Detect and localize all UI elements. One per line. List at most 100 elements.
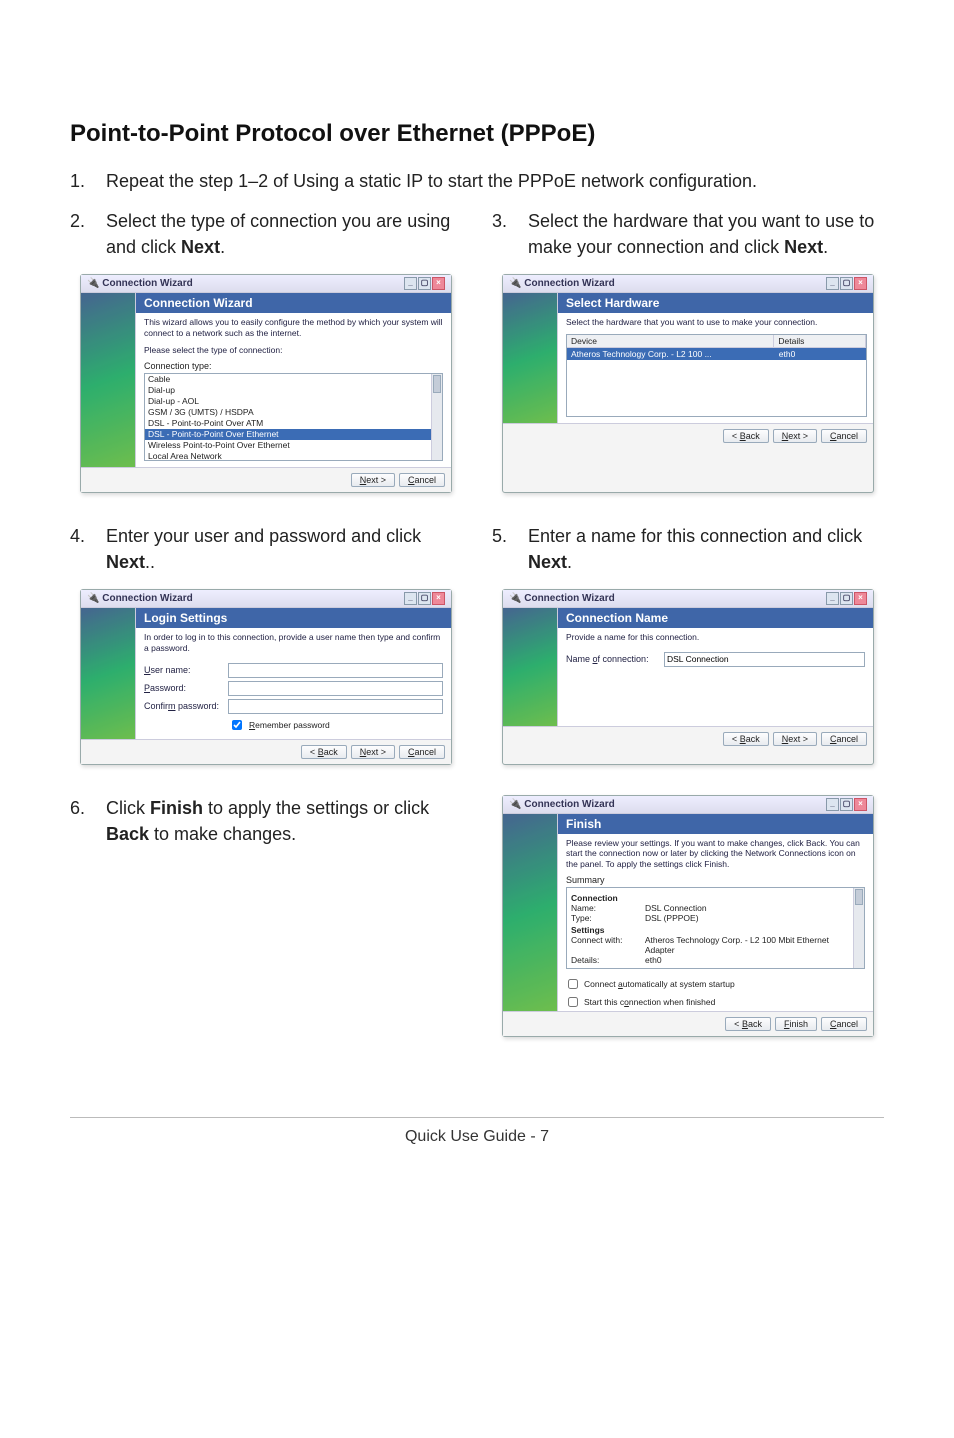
remember-password-label: Remember password [249,720,330,730]
maximize-icon[interactable]: ▢ [840,277,853,290]
summary-label: Summary [566,875,865,885]
username-input[interactable] [228,663,443,678]
wizard-login-settings: 🔌 Connection Wizard _▢× Login Settings I… [80,589,452,764]
window-title: 🔌 Connection Wizard [509,799,615,810]
scrollbar[interactable] [853,888,864,968]
summary-box: Connection Name:DSL Connection Type:DSL … [566,887,865,969]
password-input[interactable] [228,681,443,696]
wizard-connection-type: 🔌 Connection Wizard _▢× Connection Wizar… [80,274,452,493]
list-item[interactable]: Local Area Network [145,451,442,461]
wizard-description: In order to log in to this connection, p… [136,628,451,655]
password-label: Password: [144,683,222,693]
minimize-icon[interactable]: _ [826,592,839,605]
confirm-password-input[interactable] [228,699,443,714]
list-item[interactable]: GSM / 3G (UMTS) / HSDPA [145,407,442,418]
wizard-banner: Select Hardware [558,293,873,313]
start-now-checkbox[interactable] [568,997,578,1007]
cancel-button[interactable]: Cancel [399,473,445,487]
maximize-icon[interactable]: ▢ [840,592,853,605]
step-number: 6. [70,795,88,847]
minimize-icon[interactable]: _ [404,277,417,290]
maximize-icon[interactable]: ▢ [418,277,431,290]
page-title: Point-to-Point Protocol over Ethernet (P… [70,120,884,148]
back-button[interactable]: < Back [723,732,769,746]
wizard-banner: Connection Wizard [136,293,451,313]
wizard-banner: Connection Name [558,608,873,628]
page-footer: Quick Use Guide - 7 [70,1128,884,1176]
hardware-table[interactable]: Device Details Atheros Technology Corp. … [566,334,867,417]
wizard-description: This wizard allows you to easily configu… [136,313,451,340]
cancel-button[interactable]: Cancel [821,732,867,746]
auto-connect-checkbox[interactable] [568,979,578,989]
close-icon[interactable]: × [854,798,867,811]
wizard-instruction: Please select the type of connection: [136,341,451,358]
step6-text: Click Finish to apply the settings or cl… [106,795,462,847]
close-icon[interactable]: × [854,277,867,290]
minimize-icon[interactable]: _ [826,277,839,290]
window-title: 🔌 Connection Wizard [509,278,615,289]
list-item[interactable]: DSL - Point-to-Point Over ATM [145,418,442,429]
wizard-description: Select the hardware that you want to use… [558,313,873,330]
remember-password-checkbox[interactable] [232,720,242,730]
wizard-description: Please review your settings. If you want… [558,834,873,872]
window-title: 🔌 Connection Wizard [87,278,193,289]
next-button[interactable]: Next > [773,429,817,443]
connection-name-input[interactable] [664,652,865,667]
step-number: 1. [70,168,88,194]
step5-text: Enter a name for this connection and cli… [528,523,884,575]
step2-text: Select the type of connection you are us… [106,208,462,260]
start-now-label: Start this connection when finished [584,997,715,1007]
cancel-button[interactable]: Cancel [399,745,445,759]
next-button[interactable]: Next > [773,732,817,746]
wizard-banner: Login Settings [136,608,451,628]
step-number: 3. [492,208,510,260]
wizard-sidebar-image [81,293,136,467]
maximize-icon[interactable]: ▢ [418,592,431,605]
list-item[interactable]: Cable [145,374,442,385]
back-button[interactable]: < Back [723,429,769,443]
step4-text: Enter your user and password and click N… [106,523,462,575]
confirm-password-label: Confirm password: [144,701,222,711]
list-item[interactable]: Dial-up [145,385,442,396]
field-label: Connection type: [144,361,443,371]
table-row-selected[interactable]: Atheros Technology Corp. - L2 100 ... et… [567,348,866,360]
minimize-icon[interactable]: _ [404,592,417,605]
maximize-icon[interactable]: ▢ [840,798,853,811]
connection-name-label: Name of connection: [566,654,658,664]
column-header: Details [774,335,866,347]
next-button[interactable]: Next > [351,473,395,487]
close-icon[interactable]: × [432,592,445,605]
back-button[interactable]: < Back [301,745,347,759]
list-item-selected[interactable]: DSL - Point-to-Point Over Ethernet [145,429,442,440]
back-button[interactable]: < Back [725,1017,771,1031]
window-title: 🔌 Connection Wizard [87,593,193,604]
step-number: 4. [70,523,88,575]
wizard-select-hardware: 🔌 Connection Wizard _▢× Select Hardware … [502,274,874,493]
wizard-banner: Finish [558,814,873,834]
finish-button[interactable]: Finish [775,1017,817,1031]
close-icon[interactable]: × [854,592,867,605]
window-title: 🔌 Connection Wizard [509,593,615,604]
step-number: 5. [492,523,510,575]
scrollbar[interactable] [431,374,442,460]
wizard-sidebar-image [503,608,558,726]
step1-text: Repeat the step 1–2 of Using a static IP… [106,168,757,194]
wizard-connection-name: 🔌 Connection Wizard _▢× Connection Name … [502,589,874,764]
minimize-icon[interactable]: _ [826,798,839,811]
connection-type-listbox[interactable]: Cable Dial-up Dial-up - AOL GSM / 3G (UM… [144,373,443,461]
cancel-button[interactable]: Cancel [821,429,867,443]
step3-text: Select the hardware that you want to use… [528,208,884,260]
list-item[interactable]: Wireless Point-to-Point Over Ethernet [145,440,442,451]
next-button[interactable]: Next > [351,745,395,759]
wizard-sidebar-image [81,608,136,738]
list-item[interactable]: Dial-up - AOL [145,396,442,407]
username-label: User name: [144,665,222,675]
wizard-description: Provide a name for this connection. [558,628,873,645]
wizard-sidebar-image [503,814,558,1012]
wizard-finish: 🔌 Connection Wizard _▢× Finish Please re… [502,795,874,1038]
auto-connect-label: Connect automatically at system startup [584,979,735,989]
step-number: 2. [70,208,88,260]
column-header: Device [567,335,774,347]
cancel-button[interactable]: Cancel [821,1017,867,1031]
close-icon[interactable]: × [432,277,445,290]
